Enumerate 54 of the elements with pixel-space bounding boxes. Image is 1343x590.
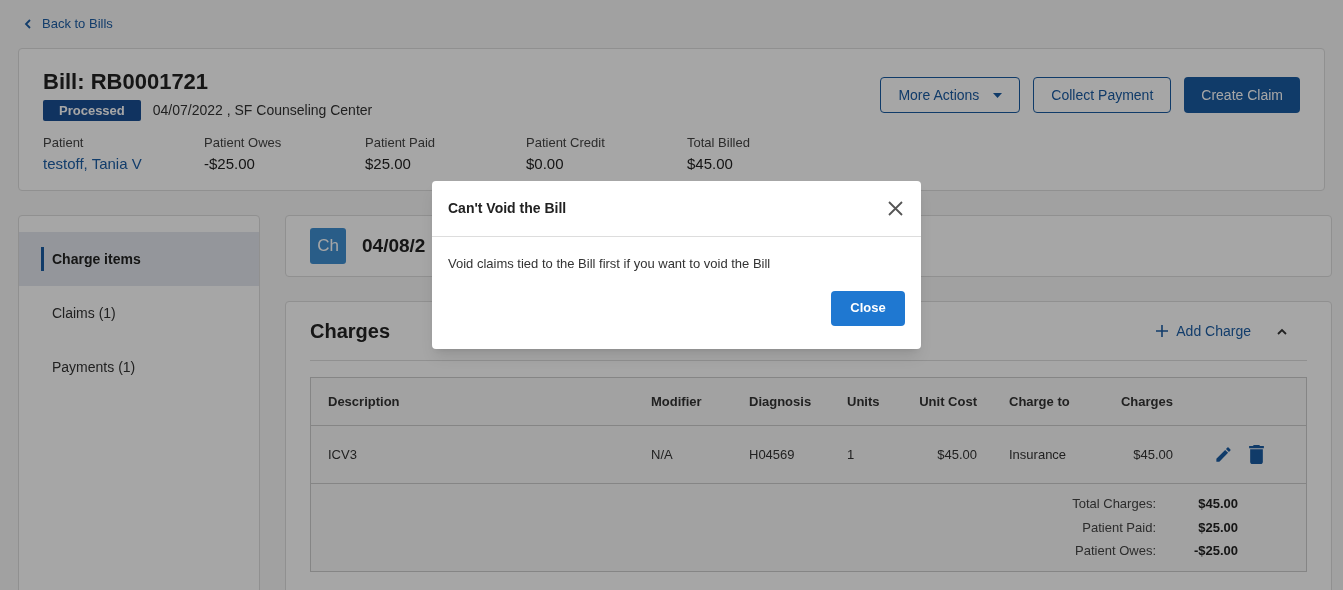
create-claim-button[interactable]: Create Claim (1184, 77, 1300, 113)
table-cell-text: Insurance (1008, 445, 1068, 464)
back-link[interactable]: Back to Bills (42, 14, 113, 34)
dialog-title: Can't Void the Bill (448, 199, 568, 218)
pencil-icon[interactable] (1214, 445, 1233, 464)
more-actions-button[interactable]: More Actions (880, 77, 1021, 113)
column-header: Unit Cost (918, 392, 977, 411)
table-cell-text: $45.00 (1132, 445, 1173, 464)
bill-title: Bill: RB0001721 (43, 69, 210, 95)
total-label: Patient Owes: (1075, 542, 1156, 560)
stat-value: $25.00 (365, 153, 412, 174)
collect-payment-button[interactable]: Collect Payment (1033, 77, 1172, 113)
total-label: Total Charges: (1072, 495, 1156, 513)
column-header: Modifier (651, 392, 703, 411)
collapse-chevron-icon[interactable] (1277, 327, 1287, 335)
close-button[interactable]: Close (831, 290, 905, 326)
stat-label: Patient Credit (526, 134, 606, 152)
add-charge-button[interactable]: Add Charge (1156, 320, 1251, 342)
column-header: Charge to (1008, 392, 1071, 411)
column-header: Diagnosis (749, 392, 813, 411)
column-header: Description (328, 392, 401, 411)
caret-icon (993, 92, 1003, 98)
encounter-date: 04/08/2 (362, 233, 426, 258)
sidebar-item[interactable]: Payments (1) (19, 340, 259, 394)
stat-label: Patient Owes (204, 134, 283, 152)
dialog-message: Void claims tied to the Bill first if you want to void the Bill (447, 255, 772, 273)
stat-label: Patient (43, 134, 85, 152)
table-cell-text: ICV3 (328, 445, 358, 464)
stat-label: Total Billed (687, 134, 751, 152)
stat-value: $0.00 (526, 153, 565, 174)
patient-link[interactable]: testoff, Tania V (43, 152, 204, 175)
table-cell-text: $45.00 (936, 445, 977, 464)
back-chevron-icon[interactable] (24, 19, 32, 29)
total-value: $45.00 (1197, 495, 1238, 513)
charges-heading: Charges (310, 319, 392, 344)
table-cell-text: N/A (651, 445, 674, 464)
total-value: -$25.00 (1192, 542, 1238, 560)
stat-value: $45.00 (687, 153, 734, 174)
total-value: $25.00 (1197, 518, 1238, 537)
table-cell-text: H04569 (749, 445, 796, 464)
status-badge: Processed (43, 100, 141, 121)
stat-value: -$25.00 (204, 153, 256, 174)
table-cell-text: 1 (847, 445, 856, 464)
avatar: Ch (310, 228, 346, 264)
close-icon[interactable] (888, 201, 903, 216)
column-header: Units (847, 392, 881, 411)
stat-label: Patient Paid (365, 134, 437, 152)
trash-icon[interactable] (1249, 445, 1264, 464)
sidebar-item[interactable]: Claims (1) (19, 286, 259, 340)
bill-date-location: 04/07/2022 , SF Counseling Center (152, 101, 373, 120)
total-label: Patient Paid: (1082, 518, 1156, 537)
plus-icon (1156, 325, 1169, 337)
column-header: Charges (1119, 392, 1173, 411)
sidebar-item[interactable]: Charge items (19, 232, 259, 286)
